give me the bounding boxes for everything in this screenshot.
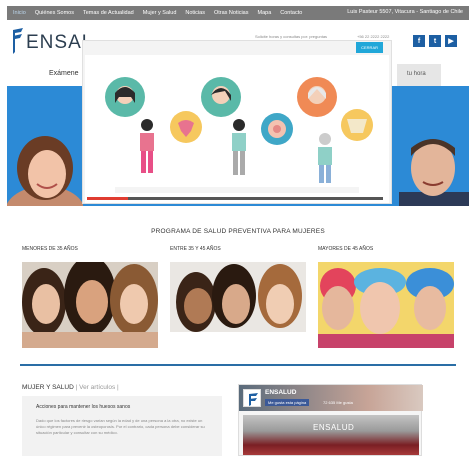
section-divider — [20, 364, 456, 366]
article-card[interactable]: Acciones para mantener los huesos sanos … — [22, 396, 222, 456]
article-excerpt: Dado que los factores de riesgo varían s… — [36, 418, 205, 435]
secondary-nav-examenes[interactable]: Exámene — [49, 70, 79, 77]
nav-link-quienes-somos[interactable]: Quiénes Somos — [35, 10, 74, 16]
video-progress-bar[interactable] — [87, 197, 383, 200]
header-phone-text: +56 22 2222 2222 — [357, 34, 390, 39]
close-popup-button[interactable]: CERRAR — [356, 42, 383, 53]
logo[interactable]: ENSAL — [11, 28, 93, 54]
nav-link-temas-actualidad[interactable]: Temas de Actualidad — [83, 10, 134, 16]
video-illustration — [105, 77, 373, 193]
facebook-icon[interactable]: f — [413, 35, 425, 47]
article-title[interactable]: Acciones para mantener los huesos sanos — [36, 404, 130, 410]
photo-women-under-35[interactable] — [22, 262, 158, 348]
nav-link-noticias[interactable]: Noticias — [185, 10, 205, 16]
nav-link-contacto[interactable]: Contacto — [280, 10, 302, 16]
facebook-page-widget: ENSALUD Me gusta esta página 72 635 Me g… — [238, 384, 423, 456]
facebook-page-avatar[interactable] — [243, 389, 261, 407]
photo-women-over-45[interactable] — [318, 262, 454, 348]
facebook-post-image[interactable]: ENSALUD — [243, 415, 419, 455]
secondary-nav-reserva-hora[interactable]: tu hora — [397, 64, 441, 86]
nav-link-otras-noticias[interactable]: Otras Noticias — [214, 10, 249, 16]
social-links: f t ▶ — [413, 35, 457, 47]
age-group-label-under-35: MENORES DE 35 AÑOS — [22, 246, 78, 252]
nav-link-mapa[interactable]: Mapa — [258, 10, 272, 16]
nav-link-inicio[interactable]: Inicio — [13, 10, 26, 16]
youtube-icon[interactable]: ▶ — [445, 35, 457, 47]
program-title: PROGRAMA DE SALUD PREVENTIVA PARA MUJERE… — [151, 228, 325, 235]
mujer-salud-title: MUJER Y SALUD — [22, 384, 74, 391]
facebook-page-name[interactable]: ENSALUD — [265, 389, 296, 396]
twitter-icon[interactable]: t — [429, 35, 441, 47]
age-group-label-35-45: ENTRE 35 Y 45 AÑOS — [170, 246, 221, 252]
nav-link-mujer-salud[interactable]: Mujer y Salud — [143, 10, 177, 16]
animated-video[interactable] — [85, 55, 389, 203]
address-text: Luis Pasteur 5507, Vitacura - Santiago d… — [347, 9, 463, 15]
mujer-salud-heading: MUJER Y SALUD | Ver artículos | — [22, 384, 119, 391]
facebook-like-button[interactable]: Me gusta esta página — [265, 399, 310, 406]
hero-woman-portrait — [7, 136, 83, 206]
header-contact-text: Solicite horas y consultas por: pregunta… — [255, 34, 328, 39]
age-group-label-over-45: MAYORES DE 45 AÑOS — [318, 246, 374, 252]
video-popup: CERRAR — [82, 40, 392, 204]
top-nav-bar: Inicio Quiénes Somos Temas de Actualidad… — [7, 6, 469, 20]
facebook-like-count: 72 635 Me gusta — [323, 400, 353, 405]
video-progress-fill — [87, 197, 129, 200]
hero-man-portrait — [399, 139, 469, 206]
photo-women-35-45[interactable] — [170, 262, 306, 348]
ver-articulos-link[interactable]: | Ver artículos | — [76, 384, 119, 391]
facebook-banner-text: ENSALUD — [313, 423, 355, 432]
logo-mark-icon — [11, 28, 25, 54]
